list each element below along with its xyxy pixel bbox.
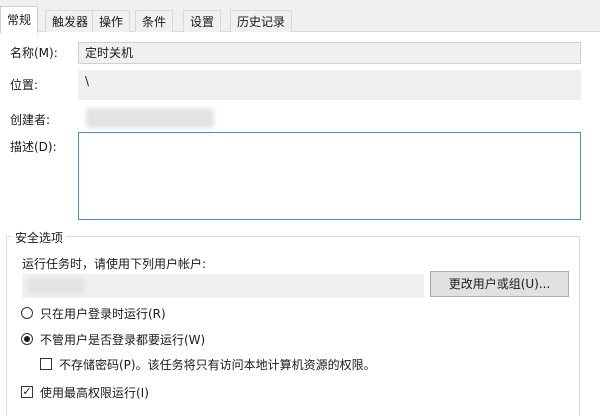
- whether-logged-on-radio[interactable]: [21, 333, 33, 345]
- tab-actions-label: 操作: [99, 15, 124, 29]
- tab-history-label: 历史记录: [237, 15, 286, 29]
- change-user-button[interactable]: 更改用户或组(U)...: [430, 271, 569, 297]
- tab-triggers[interactable]: 触发器: [45, 10, 96, 32]
- tab-bar: 常规 触发器 操作 条件 设置 历史记录: [0, 0, 600, 33]
- author-label: 创建者:: [10, 113, 51, 127]
- tab-general[interactable]: 常规: [0, 6, 39, 33]
- user-account-redacted: [27, 278, 85, 294]
- author-value-redacted: [86, 108, 214, 128]
- location-label: 位置:: [10, 78, 39, 92]
- tab-settings[interactable]: 设置: [183, 10, 222, 32]
- logged-on-label: 只在用户登录时运行(R): [40, 307, 166, 321]
- highest-privileges-checkbox[interactable]: ✓: [21, 386, 33, 398]
- general-panel: 名称(M): 定时关机 位置: \ 创建者: 描述(D): 安全选项 运行任务时…: [0, 32, 600, 416]
- name-value: 定时关机: [85, 46, 134, 60]
- description-label: 描述(D):: [10, 140, 57, 154]
- location-field: \: [78, 70, 581, 100]
- tab-general-label: 常规: [7, 13, 32, 27]
- do-not-store-password-checkbox[interactable]: [40, 358, 52, 370]
- whether-logged-on-label: 不管用户是否登录都要运行(W): [40, 333, 206, 347]
- tab-conditions[interactable]: 条件: [135, 10, 174, 32]
- logged-on-radio[interactable]: [21, 307, 33, 319]
- location-value: \: [85, 74, 90, 88]
- description-textarea[interactable]: [78, 132, 581, 220]
- tab-conditions-label: 条件: [142, 15, 167, 29]
- name-field[interactable]: 定时关机: [78, 42, 581, 64]
- tab-history[interactable]: 历史记录: [230, 10, 293, 32]
- security-options-title: 安全选项: [12, 229, 67, 246]
- tab-actions[interactable]: 操作: [92, 10, 131, 32]
- run-as-label: 运行任务时，请使用下列用户帐户:: [22, 257, 207, 271]
- do-not-store-password-label: 不存储密码(P)。该任务将只有访问本地计算机资源的权限。: [59, 358, 376, 372]
- checkmark-icon: ✓: [22, 385, 32, 398]
- name-label: 名称(M):: [10, 46, 58, 60]
- tab-settings-label: 设置: [190, 15, 215, 29]
- highest-privileges-label: 使用最高权限运行(I): [40, 386, 149, 400]
- user-account-field: [22, 274, 424, 298]
- tab-triggers-label: 触发器: [52, 15, 89, 29]
